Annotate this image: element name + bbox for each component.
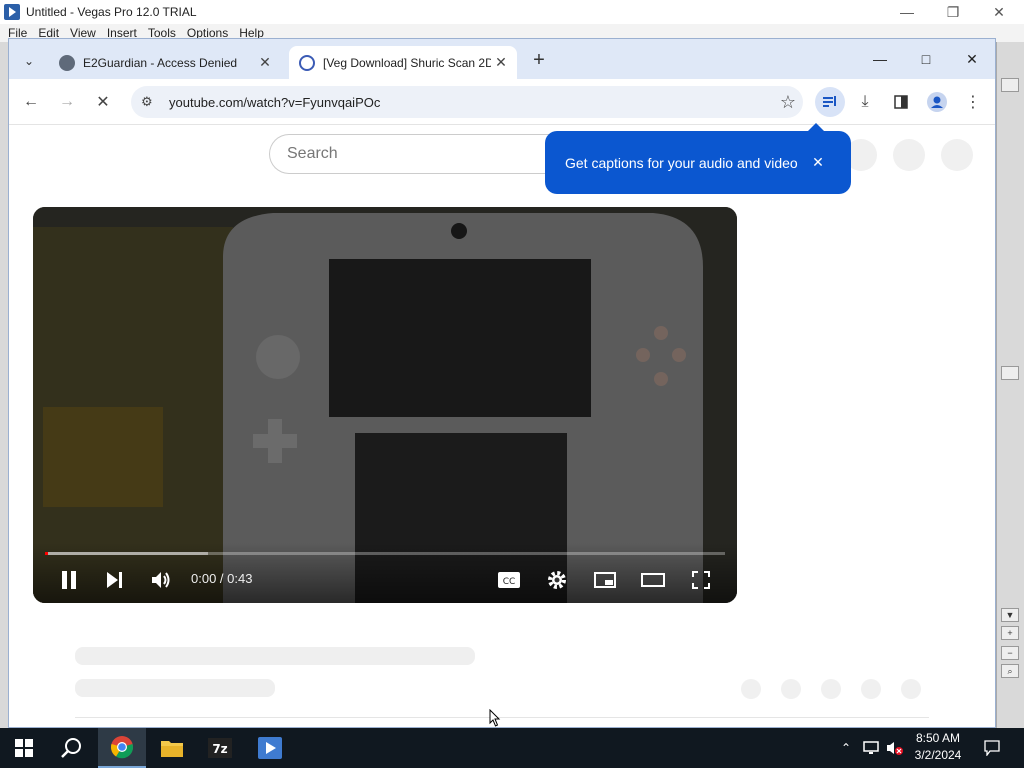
- url-text: youtube.com/watch?v=FyunvqaiPOc: [169, 94, 381, 110]
- minimize-button[interactable]: —: [857, 45, 903, 73]
- subtitle-skeleton: [75, 679, 275, 697]
- taskbar: 7z ⌃ 8:50 AM 3/2/2024: [0, 728, 1024, 768]
- tab-veg-download[interactable]: [Veg Download] Shuric Scan 2D ✕: [289, 46, 517, 79]
- action-skeleton-circle: [821, 679, 841, 699]
- maximize-button[interactable]: □: [903, 45, 949, 73]
- side-panel-icon[interactable]: [887, 88, 915, 116]
- player-controls: 0:00 / 0:43 CC: [33, 543, 737, 603]
- address-bar[interactable]: ⚙ youtube.com/watch?v=FyunvqaiPOc ☆: [131, 86, 803, 118]
- tab-title: E2Guardian - Access Denied: [83, 55, 238, 70]
- vegas-restore-button[interactable]: ❐: [930, 0, 976, 24]
- vegas-magnify-icon[interactable]: ⌕: [1001, 664, 1019, 678]
- system-clock[interactable]: 8:50 AM 3/2/2024: [906, 730, 970, 766]
- download-icon[interactable]: ⤓: [851, 88, 879, 116]
- miniplayer-icon[interactable]: [589, 564, 621, 596]
- file-explorer-icon[interactable]: [148, 728, 196, 768]
- forward-arrow-icon[interactable]: →: [53, 88, 81, 116]
- vegas-zoom-out-icon[interactable]: −: [1001, 646, 1019, 660]
- stop-loading-icon[interactable]: ✕: [89, 88, 117, 116]
- vegas-zoom-in-icon[interactable]: +: [1001, 626, 1019, 640]
- site-info-icon[interactable]: ⚙: [141, 94, 159, 110]
- vegas-close-button[interactable]: ✕: [976, 0, 1022, 24]
- vegas-window-title: Untitled - Vegas Pro 12.0 TRIAL: [26, 5, 197, 19]
- vegas-minimize-button[interactable]: —: [884, 0, 930, 24]
- tab-e2guardian[interactable]: E2Guardian - Access Denied ✕: [49, 46, 281, 79]
- captions-icon[interactable]: CC: [493, 564, 525, 596]
- vegas-titlebar: Untitled - Vegas Pro 12.0 TRIAL — ❐ ✕: [0, 0, 1024, 24]
- loading-spinner-icon: [299, 54, 315, 71]
- vegas-panel-button[interactable]: [1001, 78, 1019, 92]
- tab-title: [Veg Download] Shuric Scan 2D: [323, 55, 491, 70]
- svg-text:CC: CC: [503, 577, 516, 587]
- action-skeleton-circle: [861, 679, 881, 699]
- video-player[interactable]: 0:00 / 0:43 CC: [33, 207, 737, 603]
- chrome-window: ⌄ E2Guardian - Access Denied ✕ [Veg Down…: [8, 38, 996, 728]
- title-skeleton: [75, 647, 475, 665]
- profile-avatar-icon[interactable]: [923, 88, 951, 116]
- theater-mode-icon[interactable]: [637, 564, 669, 596]
- vegas-icon[interactable]: [246, 728, 294, 768]
- vegas-panel-button[interactable]: [1001, 366, 1019, 380]
- progress-played: [45, 552, 48, 555]
- tab-close-icon[interactable]: ✕: [491, 54, 511, 71]
- globe-icon: [59, 54, 75, 71]
- menu-kebab-icon[interactable]: ⋮: [959, 88, 987, 116]
- tab-strip: ⌄ E2Guardian - Access Denied ✕ [Veg Down…: [9, 39, 995, 79]
- bookmark-star-icon[interactable]: ☆: [773, 92, 803, 113]
- vegas-left-panel: [0, 42, 8, 728]
- tab-search-dropdown-icon[interactable]: ⌄: [17, 49, 41, 73]
- time-display: 0:00 / 0:43: [191, 571, 253, 586]
- vegas-app-icon: [4, 4, 20, 20]
- captions-promo-callout: Get captions for your audio and video ✕: [545, 123, 851, 194]
- mouse-cursor-icon: [489, 709, 501, 727]
- chrome-icon[interactable]: [98, 728, 146, 768]
- start-icon[interactable]: [0, 728, 48, 768]
- volume-icon[interactable]: [145, 564, 177, 596]
- browser-toolbar: ← → ✕ ⚙ youtube.com/watch?v=FyunvqaiPOc …: [9, 79, 995, 125]
- clock-time: 8:50 AM: [915, 731, 961, 745]
- new-tab-button[interactable]: +: [527, 49, 551, 73]
- media-control-icon[interactable]: [815, 87, 845, 117]
- network-icon[interactable]: [860, 728, 882, 768]
- action-skeleton-circle: [741, 679, 761, 699]
- volume-muted-icon[interactable]: [884, 728, 906, 768]
- action-skeleton-circle: [781, 679, 801, 699]
- search-icon[interactable]: [48, 728, 96, 768]
- action-skeleton-circle: [901, 679, 921, 699]
- settings-gear-icon[interactable]: [541, 564, 573, 596]
- close-icon[interactable]: ✕: [807, 151, 829, 173]
- search-input[interactable]: Search: [269, 134, 569, 174]
- 7zip-icon[interactable]: 7z: [196, 728, 244, 768]
- pause-icon[interactable]: [53, 564, 85, 596]
- svg-text:7z: 7z: [212, 742, 227, 756]
- youtube-page: Search 0:00 / 0:43 CC Get captions for y…: [9, 123, 995, 727]
- tab-close-icon[interactable]: ✕: [255, 54, 275, 71]
- vegas-right-panel: ▼ + − ⌕: [996, 42, 1024, 728]
- header-skeleton-circle: [941, 139, 973, 171]
- fullscreen-icon[interactable]: [685, 564, 717, 596]
- tray-overflow-chevron-icon[interactable]: ⌃: [836, 728, 856, 768]
- progress-loaded: [45, 552, 209, 555]
- close-button[interactable]: ✕: [949, 45, 995, 73]
- clock-date: 3/2/2024: [914, 748, 962, 762]
- callout-text: Get captions for your audio and video: [565, 154, 798, 171]
- next-icon[interactable]: [99, 564, 131, 596]
- notification-icon[interactable]: [976, 728, 1008, 768]
- header-skeleton-circle: [893, 139, 925, 171]
- back-arrow-icon[interactable]: ←: [17, 88, 45, 116]
- progress-bar[interactable]: [45, 552, 725, 555]
- content-divider: [75, 717, 929, 718]
- search-placeholder: Search: [287, 145, 338, 162]
- vegas-scroll-down-icon[interactable]: ▼: [1001, 608, 1019, 622]
